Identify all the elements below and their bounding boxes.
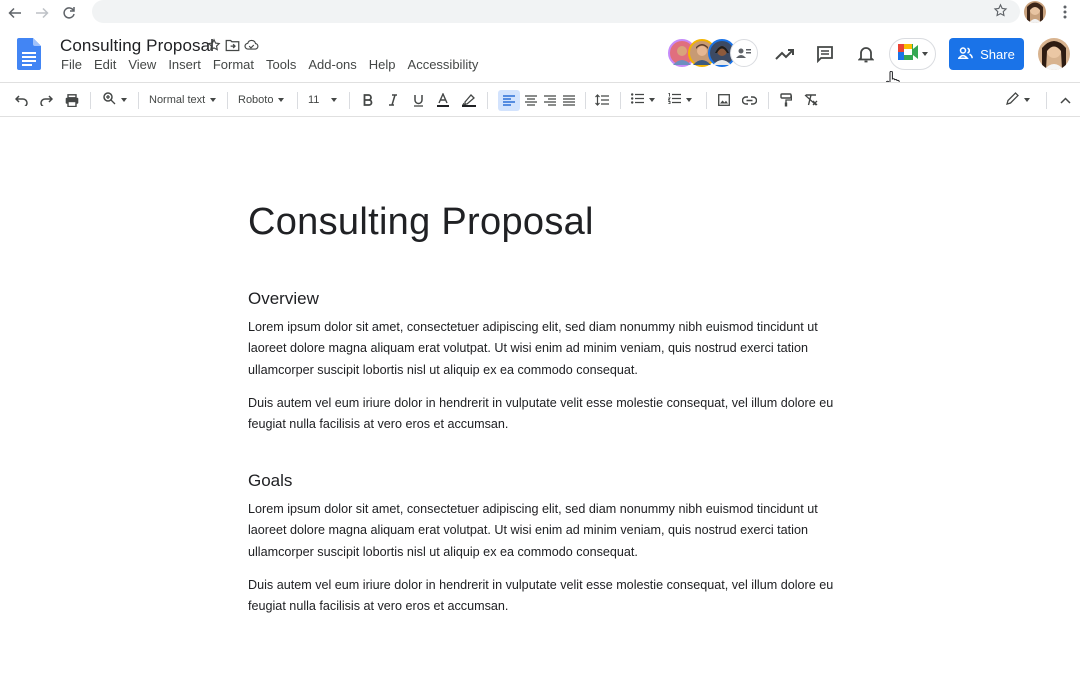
- menu-add-ons[interactable]: Add-ons: [308, 57, 356, 73]
- collaborator-avatars[interactable]: [668, 39, 758, 69]
- paragraph[interactable]: Duis autem vel eum iriure dolor in hendr…: [248, 575, 848, 618]
- docs-header: Consulting Proposal File Edit View Inser…: [0, 26, 1080, 82]
- share-button[interactable]: Share: [949, 38, 1024, 70]
- browser-profile-avatar[interactable]: [1024, 1, 1046, 23]
- chevron-down-icon: [278, 98, 285, 102]
- chevron-down-icon: [121, 98, 127, 102]
- notifications-bell-icon[interactable]: [853, 41, 879, 67]
- forward-icon[interactable]: [31, 2, 53, 24]
- bookmark-star-icon[interactable]: [993, 3, 1008, 23]
- cloud-saved-icon[interactable]: [244, 37, 259, 53]
- toolbar-divider: [620, 92, 621, 109]
- align-left-icon[interactable]: [498, 90, 520, 111]
- collapse-icon[interactable]: [1057, 91, 1073, 109]
- numbered-list-dropdown[interactable]: [667, 91, 692, 109]
- activity-trend-icon[interactable]: [772, 41, 798, 67]
- address-bar[interactable]: [92, 0, 1020, 23]
- toolbar-divider: [706, 92, 707, 109]
- font-value: Roboto: [238, 94, 274, 106]
- font-size-value: 11: [308, 94, 320, 106]
- document-title[interactable]: Consulting Proposal: [60, 36, 214, 56]
- back-icon[interactable]: [4, 2, 26, 24]
- paragraph[interactable]: Duis autem vel eum iriure dolor in hendr…: [248, 393, 848, 436]
- chevron-down-icon: [921, 52, 928, 56]
- star-icon[interactable]: [206, 37, 221, 53]
- menu-format[interactable]: Format: [213, 57, 254, 73]
- section-heading[interactable]: Goals: [248, 471, 292, 491]
- browser-toolbar: [0, 0, 1080, 26]
- toolbar-divider: [138, 92, 139, 109]
- font-size-dropdown[interactable]: 11: [308, 91, 338, 109]
- toolbar-divider: [297, 92, 298, 109]
- chevron-down-icon: [331, 98, 338, 102]
- menu-insert[interactable]: Insert: [168, 57, 201, 73]
- chevron-down-icon: [1024, 98, 1030, 102]
- paragraph-style-dropdown[interactable]: Normal text: [149, 91, 217, 109]
- toolbar-divider: [349, 92, 350, 109]
- share-label: Share: [980, 46, 1015, 62]
- menu-accessibility[interactable]: Accessibility: [408, 57, 479, 73]
- toolbar-divider: [585, 92, 586, 109]
- paint-format-icon[interactable]: [778, 91, 794, 109]
- document-heading[interactable]: Consulting Proposal: [248, 201, 594, 244]
- section-heading[interactable]: Overview: [248, 289, 319, 309]
- insert-link-icon[interactable]: [740, 91, 758, 109]
- toolbar-divider: [768, 92, 769, 109]
- move-folder-icon[interactable]: [225, 37, 240, 53]
- line-spacing-icon[interactable]: [594, 91, 610, 109]
- insert-image-icon[interactable]: [716, 91, 732, 109]
- bold-icon[interactable]: [360, 91, 376, 109]
- formatting-toolbar: Normal text Roboto 11: [0, 82, 1080, 117]
- toolbar-divider: [227, 92, 228, 109]
- redo-icon[interactable]: [37, 91, 55, 109]
- meet-icon: [897, 43, 918, 65]
- menu-view[interactable]: View: [128, 57, 156, 73]
- account-avatar[interactable]: [1038, 38, 1070, 70]
- meet-button[interactable]: [889, 38, 936, 70]
- text-color-icon[interactable]: [435, 91, 451, 109]
- browser-menu-icon[interactable]: [1058, 2, 1072, 22]
- menu-file[interactable]: File: [61, 57, 82, 73]
- align-center-icon[interactable]: [524, 91, 538, 109]
- paragraph-style-value: Normal text: [149, 94, 206, 106]
- toolbar-divider: [487, 92, 488, 109]
- reload-icon[interactable]: [58, 2, 80, 24]
- zoom-icon: [103, 92, 116, 108]
- numbered-list-icon: [667, 93, 681, 107]
- zoom-dropdown[interactable]: [101, 91, 129, 109]
- chevron-down-icon: [686, 98, 692, 102]
- menu-help[interactable]: Help: [369, 57, 396, 73]
- align-right-icon[interactable]: [543, 91, 557, 109]
- comments-icon[interactable]: [812, 41, 838, 67]
- docs-logo-icon[interactable]: [17, 38, 41, 70]
- paragraph[interactable]: Lorem ipsum dolor sit amet, consectetuer…: [248, 499, 848, 563]
- undo-icon[interactable]: [12, 91, 30, 109]
- more-collaborators-icon[interactable]: [730, 39, 758, 67]
- font-dropdown[interactable]: Roboto: [238, 91, 285, 109]
- toolbar-divider: [90, 92, 91, 109]
- menu-bar: File Edit View Insert Format Tools Add-o…: [61, 57, 490, 73]
- editing-mode-dropdown[interactable]: [1006, 91, 1030, 109]
- share-people-icon: [957, 46, 974, 62]
- chevron-down-icon: [210, 98, 217, 102]
- clear-formatting-icon[interactable]: [803, 91, 819, 109]
- chevron-down-icon: [649, 98, 655, 102]
- highlight-icon[interactable]: [461, 91, 477, 109]
- print-icon[interactable]: [63, 91, 81, 109]
- toolbar-divider: [1046, 92, 1047, 109]
- bulleted-list-dropdown[interactable]: [631, 91, 655, 109]
- document-canvas[interactable]: Consulting Proposal Overview Lorem ipsum…: [0, 117, 1080, 675]
- justify-icon[interactable]: [562, 91, 576, 109]
- menu-edit[interactable]: Edit: [94, 57, 116, 73]
- paragraph[interactable]: Lorem ipsum dolor sit amet, consectetuer…: [248, 317, 848, 381]
- bulleted-list-icon: [631, 93, 644, 107]
- italic-icon[interactable]: [385, 91, 401, 109]
- menu-tools[interactable]: Tools: [266, 57, 296, 73]
- underline-icon[interactable]: [410, 91, 426, 109]
- editing-mode-icon: [1006, 92, 1019, 108]
